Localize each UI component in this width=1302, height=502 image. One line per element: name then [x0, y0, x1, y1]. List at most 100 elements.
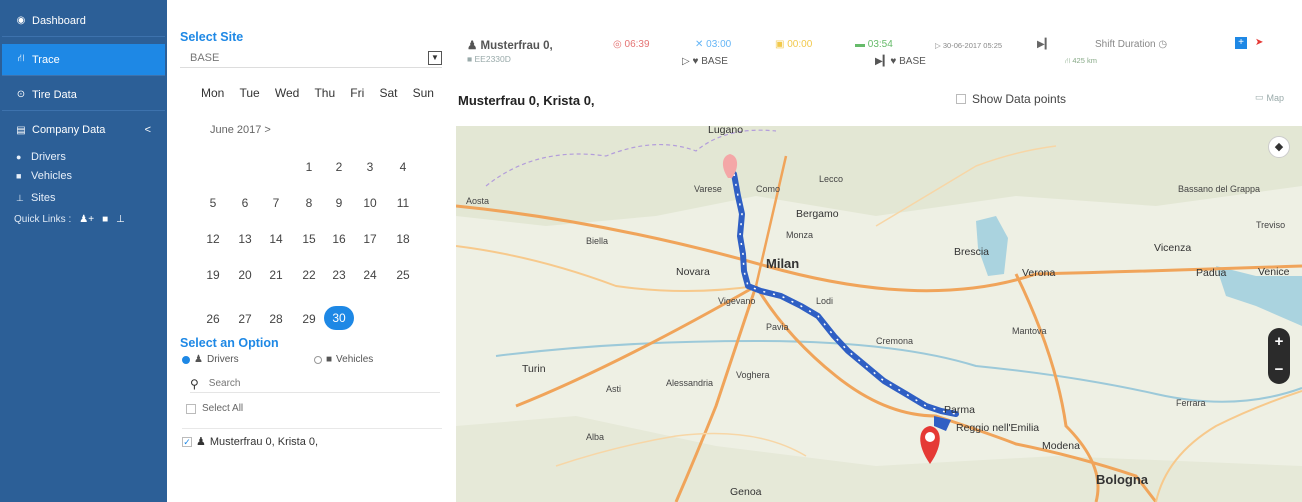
calendar-day[interactable]: 5: [198, 196, 228, 210]
calendar-day[interactable]: 12: [198, 232, 228, 246]
truck-icon: ■: [16, 171, 22, 181]
radio-vehicles[interactable]: ■ Vehicles: [314, 354, 373, 365]
calendar-day[interactable]: 23: [324, 268, 354, 282]
sidebar-item-vehicles[interactable]: ■ Vehicles: [16, 170, 72, 182]
map-canvas[interactable]: Lugano Varese Como Lecco Bergamo Monza M…: [456, 126, 1302, 502]
dropdown-arrow-icon[interactable]: ▼: [428, 51, 442, 65]
show-data-points-toggle[interactable]: Show Data points: [956, 92, 1066, 106]
site-select[interactable]: BASE ▼: [180, 48, 442, 68]
calendar-week: 5 6 7 8 9 10 11: [188, 196, 433, 216]
nav-trace[interactable]: ⛙ Trace: [2, 44, 165, 76]
tools-icon: ✕: [695, 39, 707, 50]
calendar-day[interactable]: 1: [294, 160, 324, 174]
nav-company-data[interactable]: ▤ Company Data <: [2, 114, 165, 146]
calendar-month[interactable]: June 2017 >: [210, 124, 271, 136]
map-view-toggle[interactable]: ▭ Map: [1255, 92, 1284, 103]
calendar-day[interactable]: 22: [294, 268, 324, 282]
calendar-day[interactable]: 7: [261, 196, 291, 210]
radio-dot-icon[interactable]: [182, 355, 190, 364]
radio-dot-icon[interactable]: [314, 355, 322, 364]
sitemap-icon[interactable]: ⊥: [116, 214, 125, 225]
available-time-value: 00:00: [787, 39, 813, 50]
nav-tire-data[interactable]: ⊙ Tire Data: [2, 79, 165, 111]
city-vigevano: Vigevano: [718, 296, 756, 306]
navigation-arrow-icon[interactable]: ➤: [1255, 37, 1263, 48]
sidebar: ◉ Dashboard ⛙ Trace ⊙ Tire Data ▤ Compan…: [0, 0, 167, 502]
truck-icon: ■: [326, 354, 333, 365]
calendar-day[interactable]: 10: [355, 196, 385, 210]
calendar-day[interactable]: 24: [355, 268, 385, 282]
calendar-day[interactable]: 6: [230, 196, 260, 210]
calendar-day[interactable]: 16: [324, 232, 354, 246]
road-icon: ⛙: [17, 53, 25, 64]
sidebar-item-drivers-label: Drivers: [31, 151, 66, 163]
calendar-day[interactable]: 11: [388, 196, 418, 210]
calendar-day[interactable]: 25: [388, 268, 418, 282]
calendar-day[interactable]: 26: [198, 312, 228, 326]
vehicle-plate-text: EE2330D: [474, 54, 511, 64]
user-icon: ●: [16, 152, 22, 162]
radio-drivers[interactable]: ♟ Drivers: [182, 354, 239, 365]
calendar-day[interactable]: 15: [294, 232, 324, 246]
calendar-day-selected[interactable]: 30: [324, 306, 354, 330]
sidebar-item-drivers[interactable]: ● Drivers: [16, 151, 66, 163]
building-icon: ▤: [16, 124, 26, 136]
city-bergamo: Bergamo: [796, 208, 839, 220]
radio-drivers-label: Drivers: [206, 354, 239, 365]
search-row: ⚲: [190, 375, 440, 393]
calendar-day[interactable]: 13: [230, 232, 260, 246]
end-site-value: BASE: [899, 56, 926, 67]
add-user-icon[interactable]: ♟+: [79, 214, 94, 225]
calendar-day[interactable]: 21: [261, 268, 291, 282]
quick-links-label: Quick Links :: [14, 214, 72, 225]
zoom-in-button[interactable]: +: [1268, 328, 1290, 356]
calendar-day[interactable]: 8: [294, 196, 324, 210]
zoom-out-button[interactable]: −: [1268, 356, 1290, 384]
calendar-day[interactable]: 27: [230, 312, 260, 326]
apennines-shape: [456, 416, 1302, 502]
city-bassano: Bassano del Grappa: [1178, 184, 1261, 194]
zoom-control: + −: [1268, 328, 1290, 384]
checkbox-icon[interactable]: [186, 403, 196, 414]
city-padua: Padua: [1196, 267, 1227, 279]
shift-duration: Shift Duration ◷: [1095, 39, 1167, 50]
start-site-value: BASE: [701, 56, 728, 67]
search-icon: ⚲: [190, 376, 199, 391]
city-bologna: Bologna: [1096, 472, 1148, 487]
select-all-checkbox[interactable]: Select All: [186, 403, 243, 414]
city-treviso: Treviso: [1256, 220, 1286, 230]
driver-list-item[interactable]: ✓ ♟ Musterfrau 0, Krista 0,: [182, 428, 442, 448]
nav-dashboard[interactable]: ◉ Dashboard: [2, 5, 165, 37]
city-vicenza: Vicenza: [1154, 242, 1192, 254]
calendar-day[interactable]: 3: [355, 160, 385, 174]
calendar-day[interactable]: 4: [388, 160, 418, 174]
sidebar-item-sites[interactable]: ⊥ Sites: [16, 192, 55, 204]
calendar-day[interactable]: 20: [230, 268, 260, 282]
calendar-week: 12 13 14 15 16 17 18: [188, 232, 433, 252]
calendar-day[interactable]: 28: [261, 312, 291, 326]
driver-name-text: Musterfrau 0,: [480, 40, 553, 52]
calendar-day[interactable]: 14: [261, 232, 291, 246]
search-input[interactable]: [208, 378, 409, 389]
truck-icon[interactable]: ■: [102, 214, 108, 225]
calendar-day[interactable]: 2: [324, 160, 354, 174]
start-site: ▷ ♥ BASE: [682, 56, 728, 67]
calendar-day[interactable]: 18: [388, 232, 418, 246]
calendar-day[interactable]: 9: [324, 196, 354, 210]
checkbox-icon[interactable]: [956, 94, 966, 104]
map-icon: ▭: [1255, 92, 1264, 102]
city-alba: Alba: [586, 432, 605, 442]
filter-panel: Select Site BASE ▼ Mon Tue Wed Thu Fri Sat Sun…: [178, 0, 443, 502]
calendar-day[interactable]: 19: [198, 268, 228, 282]
vehicle-plate: ■ EE2330D: [467, 54, 511, 64]
end-marker-icon: ▶▎♥: [875, 56, 900, 67]
trip-end-icon: ▶▎: [1037, 39, 1053, 50]
add-button[interactable]: +: [1235, 37, 1247, 49]
calendar-day[interactable]: 29: [294, 312, 324, 326]
weekday-label: Sat: [379, 86, 398, 100]
distance-value: 425 km: [1072, 56, 1097, 65]
layers-icon[interactable]: ◆: [1268, 136, 1290, 158]
calendar-day[interactable]: 17: [355, 232, 385, 246]
chevron-left-icon: <: [144, 124, 151, 136]
checkbox-checked-icon[interactable]: ✓: [182, 436, 192, 447]
